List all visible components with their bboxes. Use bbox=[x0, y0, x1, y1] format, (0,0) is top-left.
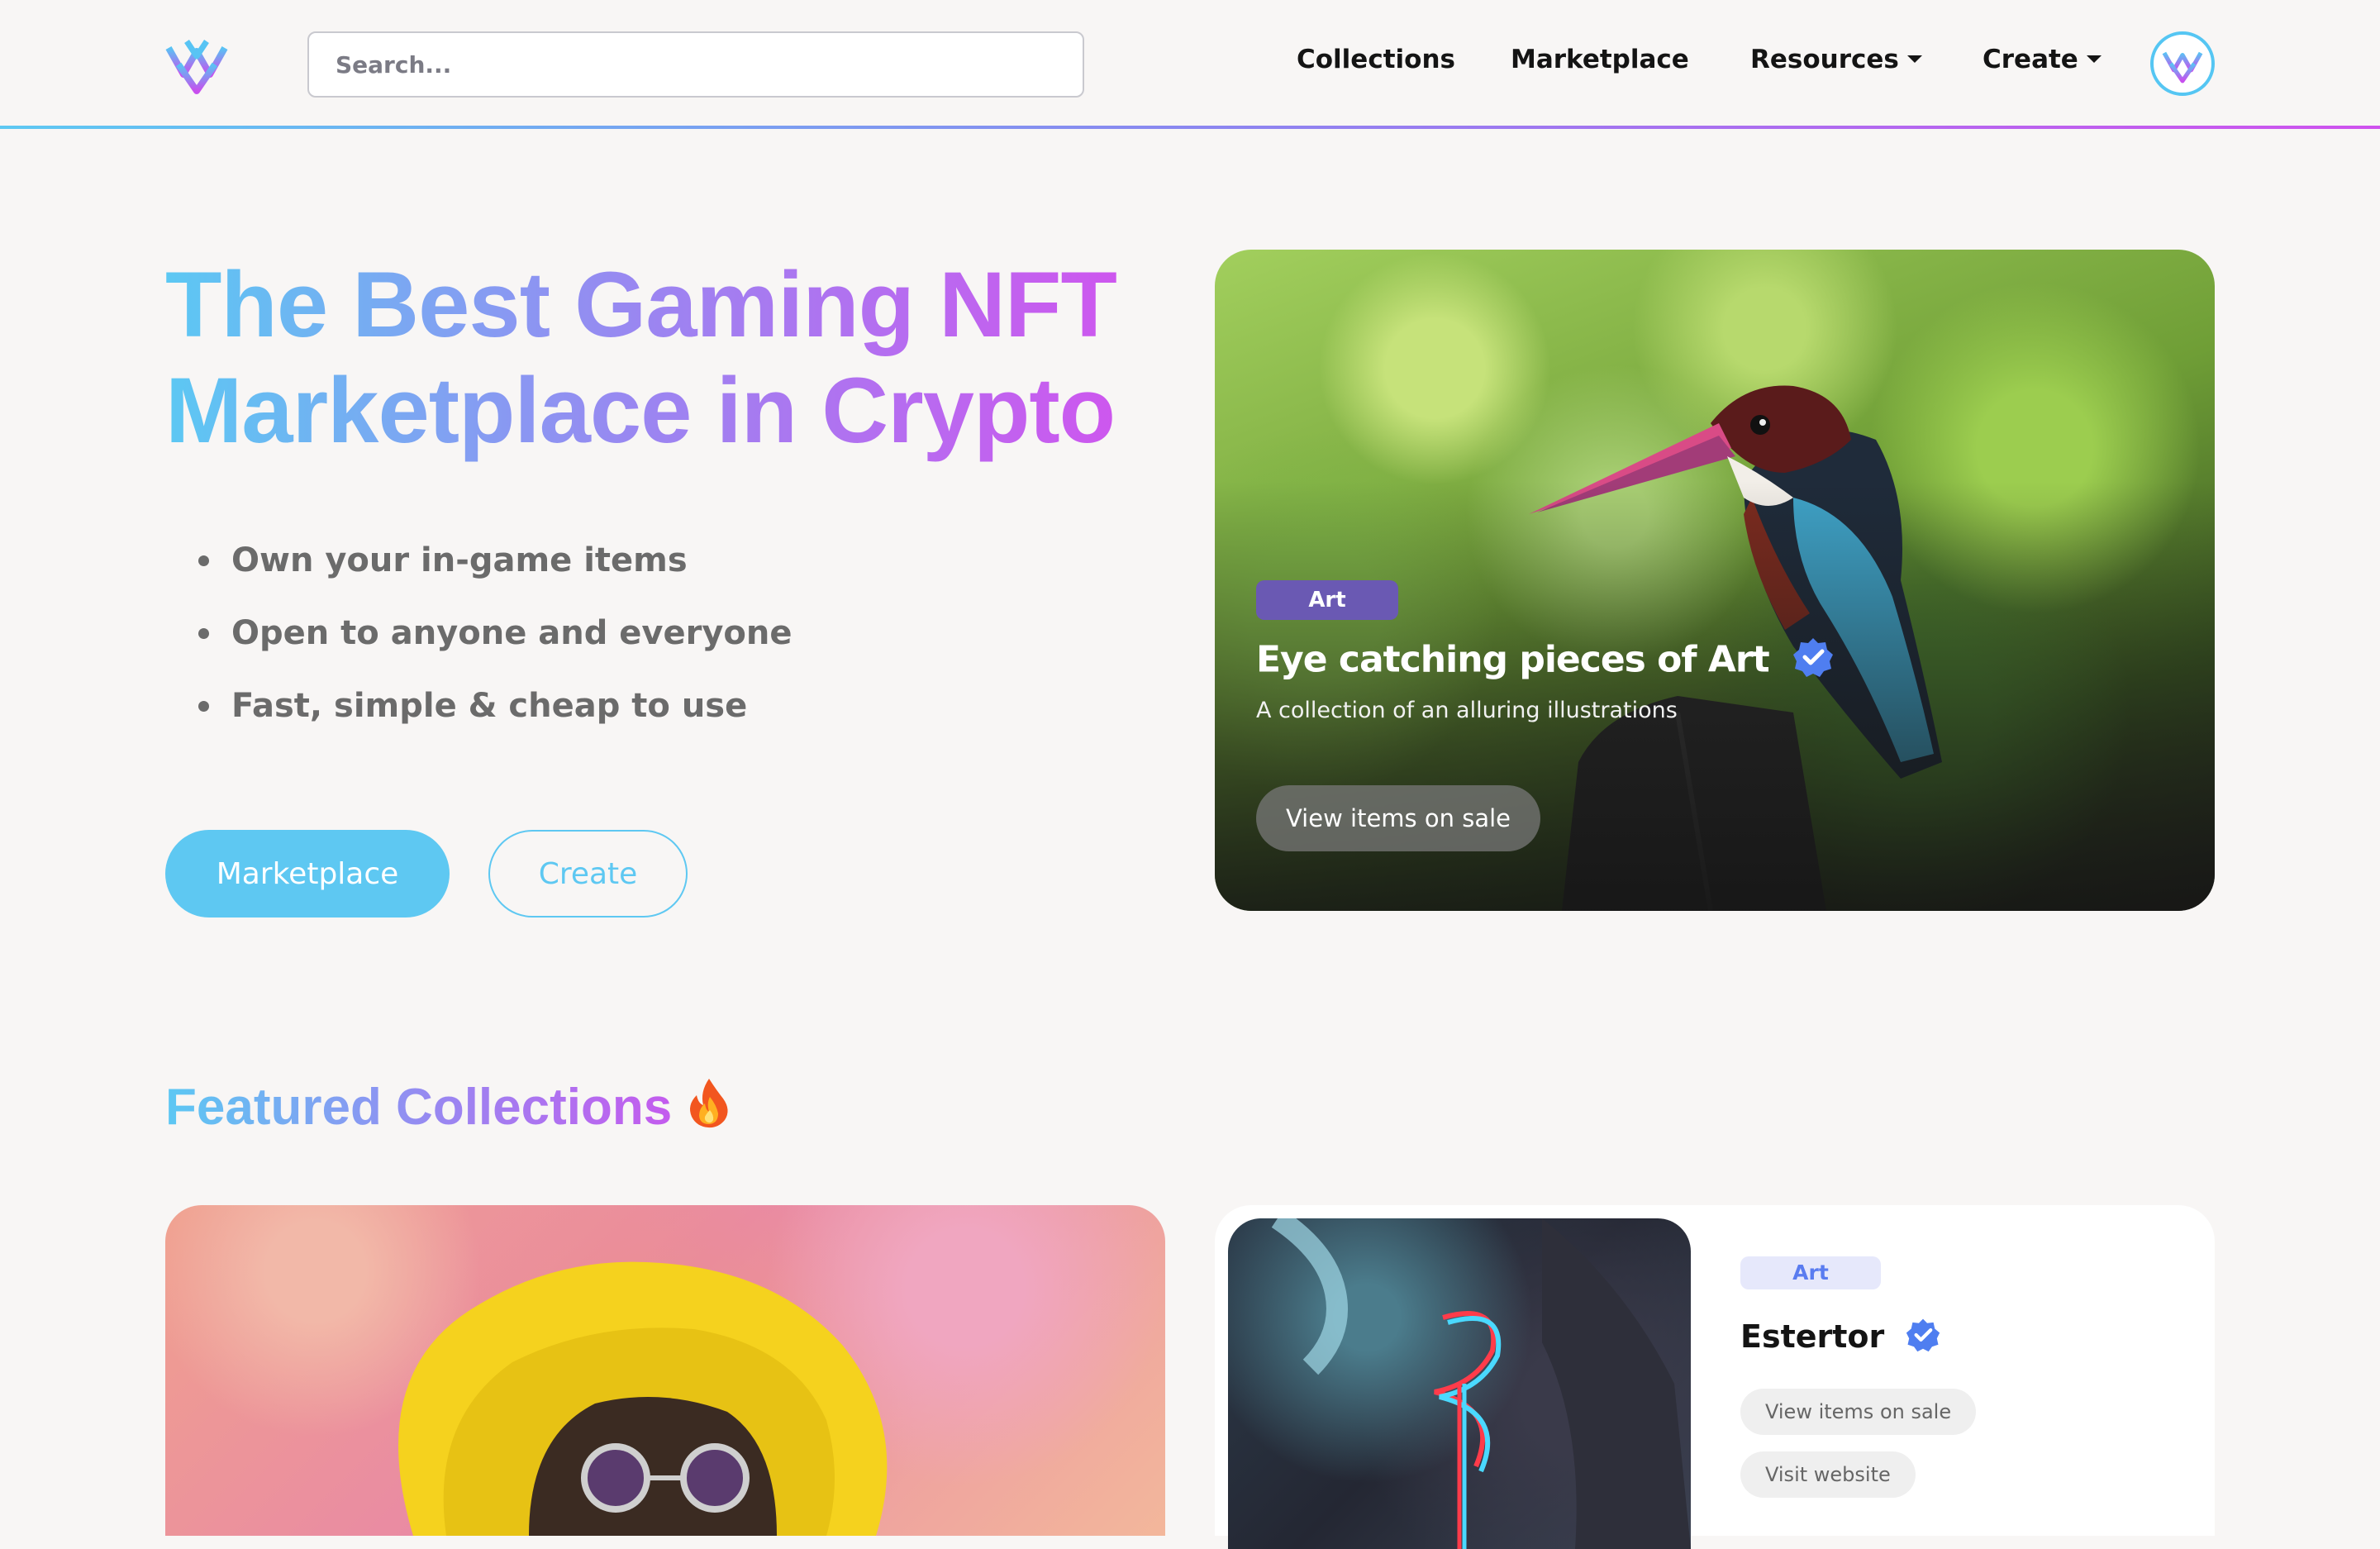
collection-description: A collection of an alluring illustration… bbox=[1256, 698, 1678, 723]
featured-collections-title: Featured Collections bbox=[165, 1079, 673, 1136]
collection-title: Eye catching pieces of Art bbox=[1256, 636, 1834, 687]
hero-title-line-1: The Best Gaming NFT bbox=[165, 253, 1116, 356]
verified-badge-icon bbox=[1792, 636, 1834, 687]
caret-down-icon bbox=[2086, 55, 2102, 63]
hero-title-line-2: Marketplace in Crypto bbox=[165, 359, 1116, 462]
nav-dropdown-create-label: Create bbox=[1983, 45, 2078, 74]
marketplace-button[interactable]: Marketplace bbox=[165, 830, 450, 917]
fire-icon bbox=[687, 1077, 731, 1145]
collection-title-text: Eye catching pieces of Art bbox=[1256, 638, 1770, 681]
hero-title: The Best Gaming NFT Marketplace in Crypt… bbox=[165, 252, 1223, 464]
collection-title-text: Estertor bbox=[1740, 1318, 1885, 1355]
featured-collections-heading: Featured Collections bbox=[165, 1075, 731, 1145]
nav-dropdown-create[interactable]: Create bbox=[1983, 45, 2102, 74]
category-tag: Art bbox=[1740, 1256, 1881, 1289]
verified-badge-icon bbox=[1906, 1318, 1940, 1360]
caret-down-icon bbox=[1906, 55, 1922, 63]
featured-collection-side-card[interactable]: Art Estertor View items on sale Visit we… bbox=[1215, 1205, 2215, 1549]
brand-logo-icon[interactable] bbox=[164, 31, 230, 98]
hero-feature-item: Fast, simple & cheap to use bbox=[198, 681, 793, 754]
featured-collection-image bbox=[398, 1261, 888, 1536]
create-button[interactable]: Create bbox=[488, 830, 688, 917]
category-tag: Art bbox=[1256, 580, 1398, 620]
user-avatar[interactable] bbox=[2150, 31, 2215, 96]
collection-thumbnail bbox=[1228, 1218, 1691, 1549]
visit-website-button[interactable]: Visit website bbox=[1740, 1451, 1916, 1498]
view-items-on-sale-button[interactable]: View items on sale bbox=[1256, 785, 1540, 851]
nav-link-marketplace[interactable]: Marketplace bbox=[1511, 45, 1689, 74]
search-input[interactable] bbox=[307, 31, 1084, 98]
view-items-on-sale-button[interactable]: View items on sale bbox=[1740, 1389, 1977, 1435]
hero-collection-card[interactable]: Art Eye catching pieces of Art A collect… bbox=[1215, 250, 2215, 911]
nav-dropdown-resources[interactable]: Resources bbox=[1750, 45, 1922, 74]
avatar-logo-icon bbox=[2162, 51, 2203, 83]
hero-feature-item: Open to anyone and everyone bbox=[198, 608, 793, 681]
hero-feature-item: Own your in-game items bbox=[198, 536, 793, 608]
featured-collection-card[interactable] bbox=[165, 1205, 1165, 1536]
nav-link-collections[interactable]: Collections bbox=[1297, 45, 1455, 74]
nav-dropdown-resources-label: Resources bbox=[1750, 45, 1899, 74]
top-navbar: Collections Marketplace Resources Create bbox=[0, 0, 2380, 129]
collection-title: Estertor bbox=[1740, 1318, 1940, 1360]
hero-feature-list: Own your in-game items Open to anyone an… bbox=[198, 536, 793, 754]
